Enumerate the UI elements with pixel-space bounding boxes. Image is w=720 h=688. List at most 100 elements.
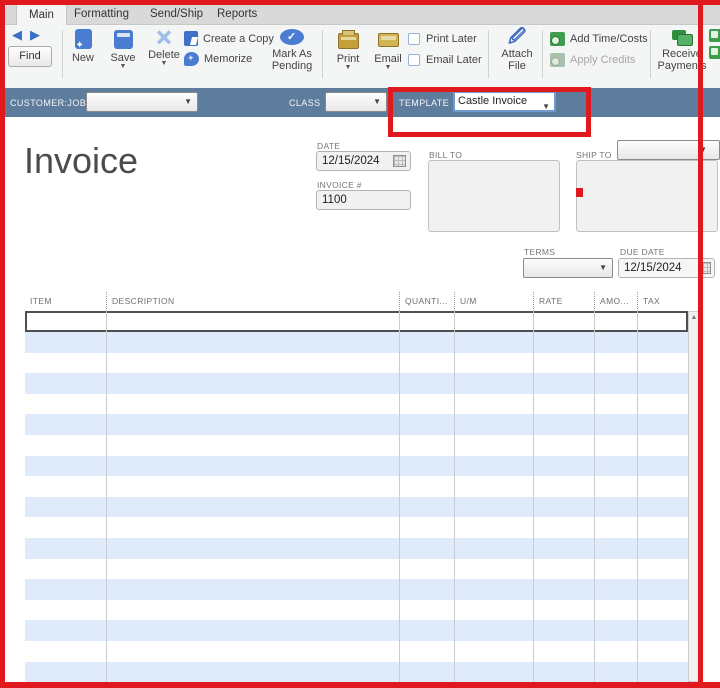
clipped-toolbar-icon xyxy=(709,29,720,42)
save-button[interactable]: Save ▼ xyxy=(105,29,141,70)
column-header[interactable]: AMO... xyxy=(594,292,637,311)
print-later-checkbox[interactable] xyxy=(408,32,420,45)
table-row[interactable] xyxy=(25,476,688,498)
save-floppy-icon xyxy=(113,30,133,49)
tab-reports[interactable]: Reports xyxy=(205,4,269,25)
forward-arrow-icon[interactable]: ▶ xyxy=(30,28,40,42)
save-caret-icon: ▼ xyxy=(119,63,127,70)
table-row[interactable] xyxy=(25,455,688,477)
table-row[interactable] xyxy=(25,620,688,642)
print-button[interactable]: Print ▼ xyxy=(329,29,367,71)
apply-credits-button[interactable]: Apply Credits xyxy=(550,51,648,68)
main-toolbar: ◀ ▶ Find New Save ▼ ✕ Delete ▼ Create a … xyxy=(0,25,720,88)
table-row[interactable] xyxy=(25,517,688,539)
ship-to-box[interactable] xyxy=(576,160,718,232)
table-row[interactable] xyxy=(25,558,688,580)
date-label: DATE xyxy=(317,141,341,151)
create-copy-button[interactable]: Create a Copy xyxy=(184,30,274,47)
printer-icon xyxy=(337,30,359,49)
dropdown-caret-icon: ▼ xyxy=(184,97,192,106)
toolbar-separator xyxy=(650,30,651,78)
tab-main[interactable]: Main xyxy=(16,4,67,25)
table-row[interactable] xyxy=(25,641,688,662)
table-row[interactable] xyxy=(25,393,688,415)
attach-file-button[interactable]: 🖉 Attach File xyxy=(496,28,538,72)
ship-to-dropdown[interactable]: ▼ xyxy=(617,140,720,160)
table-row[interactable] xyxy=(25,538,688,559)
toolbar-separator xyxy=(322,30,323,78)
table-row[interactable] xyxy=(25,373,688,395)
table-row[interactable] xyxy=(25,661,688,682)
table-row[interactable] xyxy=(25,332,688,353)
table-header: ITEM DESCRIPTION QUANTI... U/M RATE AMO... TAX xyxy=(25,292,688,311)
terms-label: TERMS xyxy=(524,247,556,257)
annotation-border-top xyxy=(0,0,720,5)
calendar-icon[interactable] xyxy=(393,155,406,167)
context-bar: CUSTOMER:JOB ▼ CLASS ▼ TEMPLATE Castle I… xyxy=(0,88,720,117)
column-header[interactable]: TAX xyxy=(637,292,688,311)
column-header[interactable]: QUANTI... xyxy=(399,292,454,311)
class-label: CLASS xyxy=(289,98,321,108)
new-button[interactable]: New xyxy=(66,29,100,64)
pending-check-icon xyxy=(280,29,304,45)
due-date-label: DUE DATE xyxy=(620,247,665,257)
terms-dropdown[interactable]: ▼ xyxy=(523,258,613,278)
table-row[interactable] xyxy=(25,435,688,456)
annotation-red-marker xyxy=(576,188,583,197)
table-row[interactable] xyxy=(25,599,688,621)
bill-to-label: BILL TO xyxy=(429,150,463,160)
page-title: Invoice xyxy=(24,140,139,181)
table-row[interactable] xyxy=(25,352,688,374)
ribbon-tab-bar: Main Formatting Send/Ship Reports xyxy=(0,4,720,25)
apply-credits-icon xyxy=(550,52,565,67)
toolbar-separator xyxy=(542,30,543,78)
date-field[interactable]: 12/15/2024 xyxy=(316,151,411,171)
column-divider xyxy=(399,311,400,682)
email-button[interactable]: Email ▼ xyxy=(369,29,407,71)
scroll-up-icon[interactable]: ▲ xyxy=(690,313,698,323)
tab-formatting[interactable]: Formatting xyxy=(62,4,141,25)
add-time-costs-icon xyxy=(550,31,565,46)
delete-button[interactable]: ✕ Delete ▼ xyxy=(144,27,184,67)
email-later-checkbox[interactable] xyxy=(408,53,420,66)
memorize-button[interactable]: Memorize xyxy=(184,50,274,67)
column-header[interactable]: RATE xyxy=(533,292,594,311)
column-header[interactable]: ITEM xyxy=(25,292,106,311)
annotation-border-left xyxy=(0,0,5,688)
bill-to-box[interactable] xyxy=(428,160,560,232)
class-dropdown[interactable]: ▼ xyxy=(325,92,387,112)
column-header[interactable]: DESCRIPTION xyxy=(106,292,399,311)
back-arrow-icon[interactable]: ◀ xyxy=(12,28,22,42)
column-header[interactable]: U/M xyxy=(454,292,533,311)
find-button[interactable]: Find xyxy=(8,46,52,67)
clipped-toolbar-icon xyxy=(709,46,720,59)
ship-to-label: SHIP TO xyxy=(576,150,612,160)
delete-caret-icon: ▼ xyxy=(160,60,168,67)
table-row[interactable] xyxy=(25,496,688,518)
column-divider xyxy=(533,311,534,682)
dropdown-caret-icon: ▼ xyxy=(599,263,607,272)
table-body xyxy=(25,311,688,682)
customer-job-dropdown[interactable]: ▼ xyxy=(86,92,198,112)
annotation-template-highlight xyxy=(388,87,591,137)
table-row[interactable] xyxy=(25,414,688,436)
column-divider xyxy=(594,311,595,682)
toolbar-separator xyxy=(62,30,63,78)
invoice-number-label: INVOICE # xyxy=(317,180,362,190)
delete-x-icon: ✕ xyxy=(155,27,173,50)
email-envelope-icon xyxy=(377,33,399,47)
dropdown-caret-icon: ▼ xyxy=(373,97,381,106)
table-row[interactable] xyxy=(25,579,688,601)
active-table-row[interactable] xyxy=(25,311,688,332)
annotation-border-bottom xyxy=(0,682,720,688)
mark-as-pending-button[interactable]: Mark As Pending xyxy=(266,29,318,72)
invoice-number-field[interactable]: 1100 xyxy=(316,190,411,210)
paperclip-icon: 🖉 xyxy=(507,27,527,46)
new-document-icon xyxy=(74,29,92,51)
print-caret-icon: ▼ xyxy=(344,64,352,71)
add-time-costs-button[interactable]: Add Time/Costs xyxy=(550,30,648,47)
copy-document-icon xyxy=(184,31,198,46)
tab-send-ship[interactable]: Send/Ship xyxy=(138,4,215,25)
column-divider xyxy=(106,311,107,682)
email-caret-icon: ▼ xyxy=(384,64,392,71)
